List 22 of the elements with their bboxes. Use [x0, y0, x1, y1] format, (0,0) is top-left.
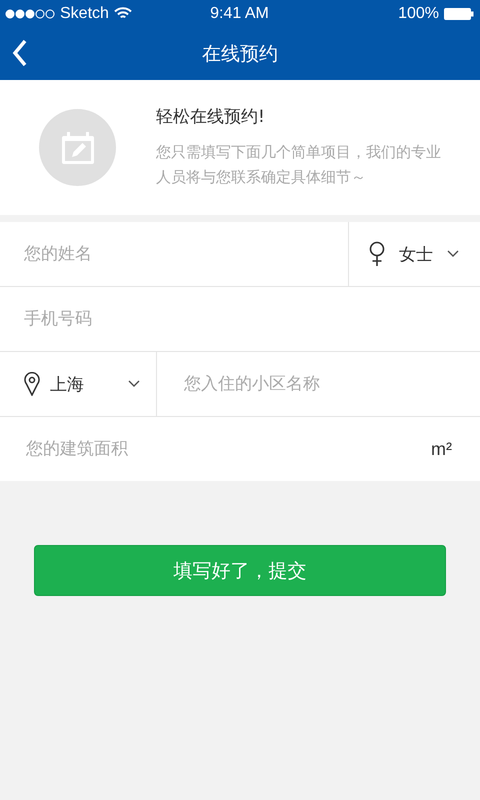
carrier-name: Sketch [60, 4, 109, 22]
community-field[interactable]: 您入住的小区名称 [157, 352, 480, 416]
location-pin-icon [24, 372, 40, 396]
gender-selector[interactable]: 女士 [348, 222, 480, 286]
battery-percent: 100% [398, 4, 439, 22]
area-field[interactable]: 您的建筑面积 [0, 417, 431, 481]
page-title: 在线预约 [202, 42, 278, 66]
back-icon[interactable] [12, 39, 28, 67]
status-time: 9:41 AM [210, 4, 269, 22]
female-icon [369, 241, 385, 267]
city-selector[interactable]: 上海 [0, 352, 157, 416]
calendar-edit-icon [60, 130, 96, 166]
phone-field[interactable]: 手机号码 [0, 287, 480, 351]
intro-description: 您只需填写下面几个简单项目，我们的专业人员将与您联系确定具体细节～ [156, 142, 442, 188]
signal-icon [5, 8, 55, 18]
name-field[interactable]: 您的姓名 [0, 222, 348, 286]
chevron-down-icon [447, 250, 459, 258]
unit-label: m² [431, 438, 452, 460]
wifi-icon [114, 7, 132, 20]
chevron-down-icon [128, 380, 140, 388]
battery-icon [444, 8, 474, 20]
intro-title: 轻松在线预约! [156, 106, 266, 128]
